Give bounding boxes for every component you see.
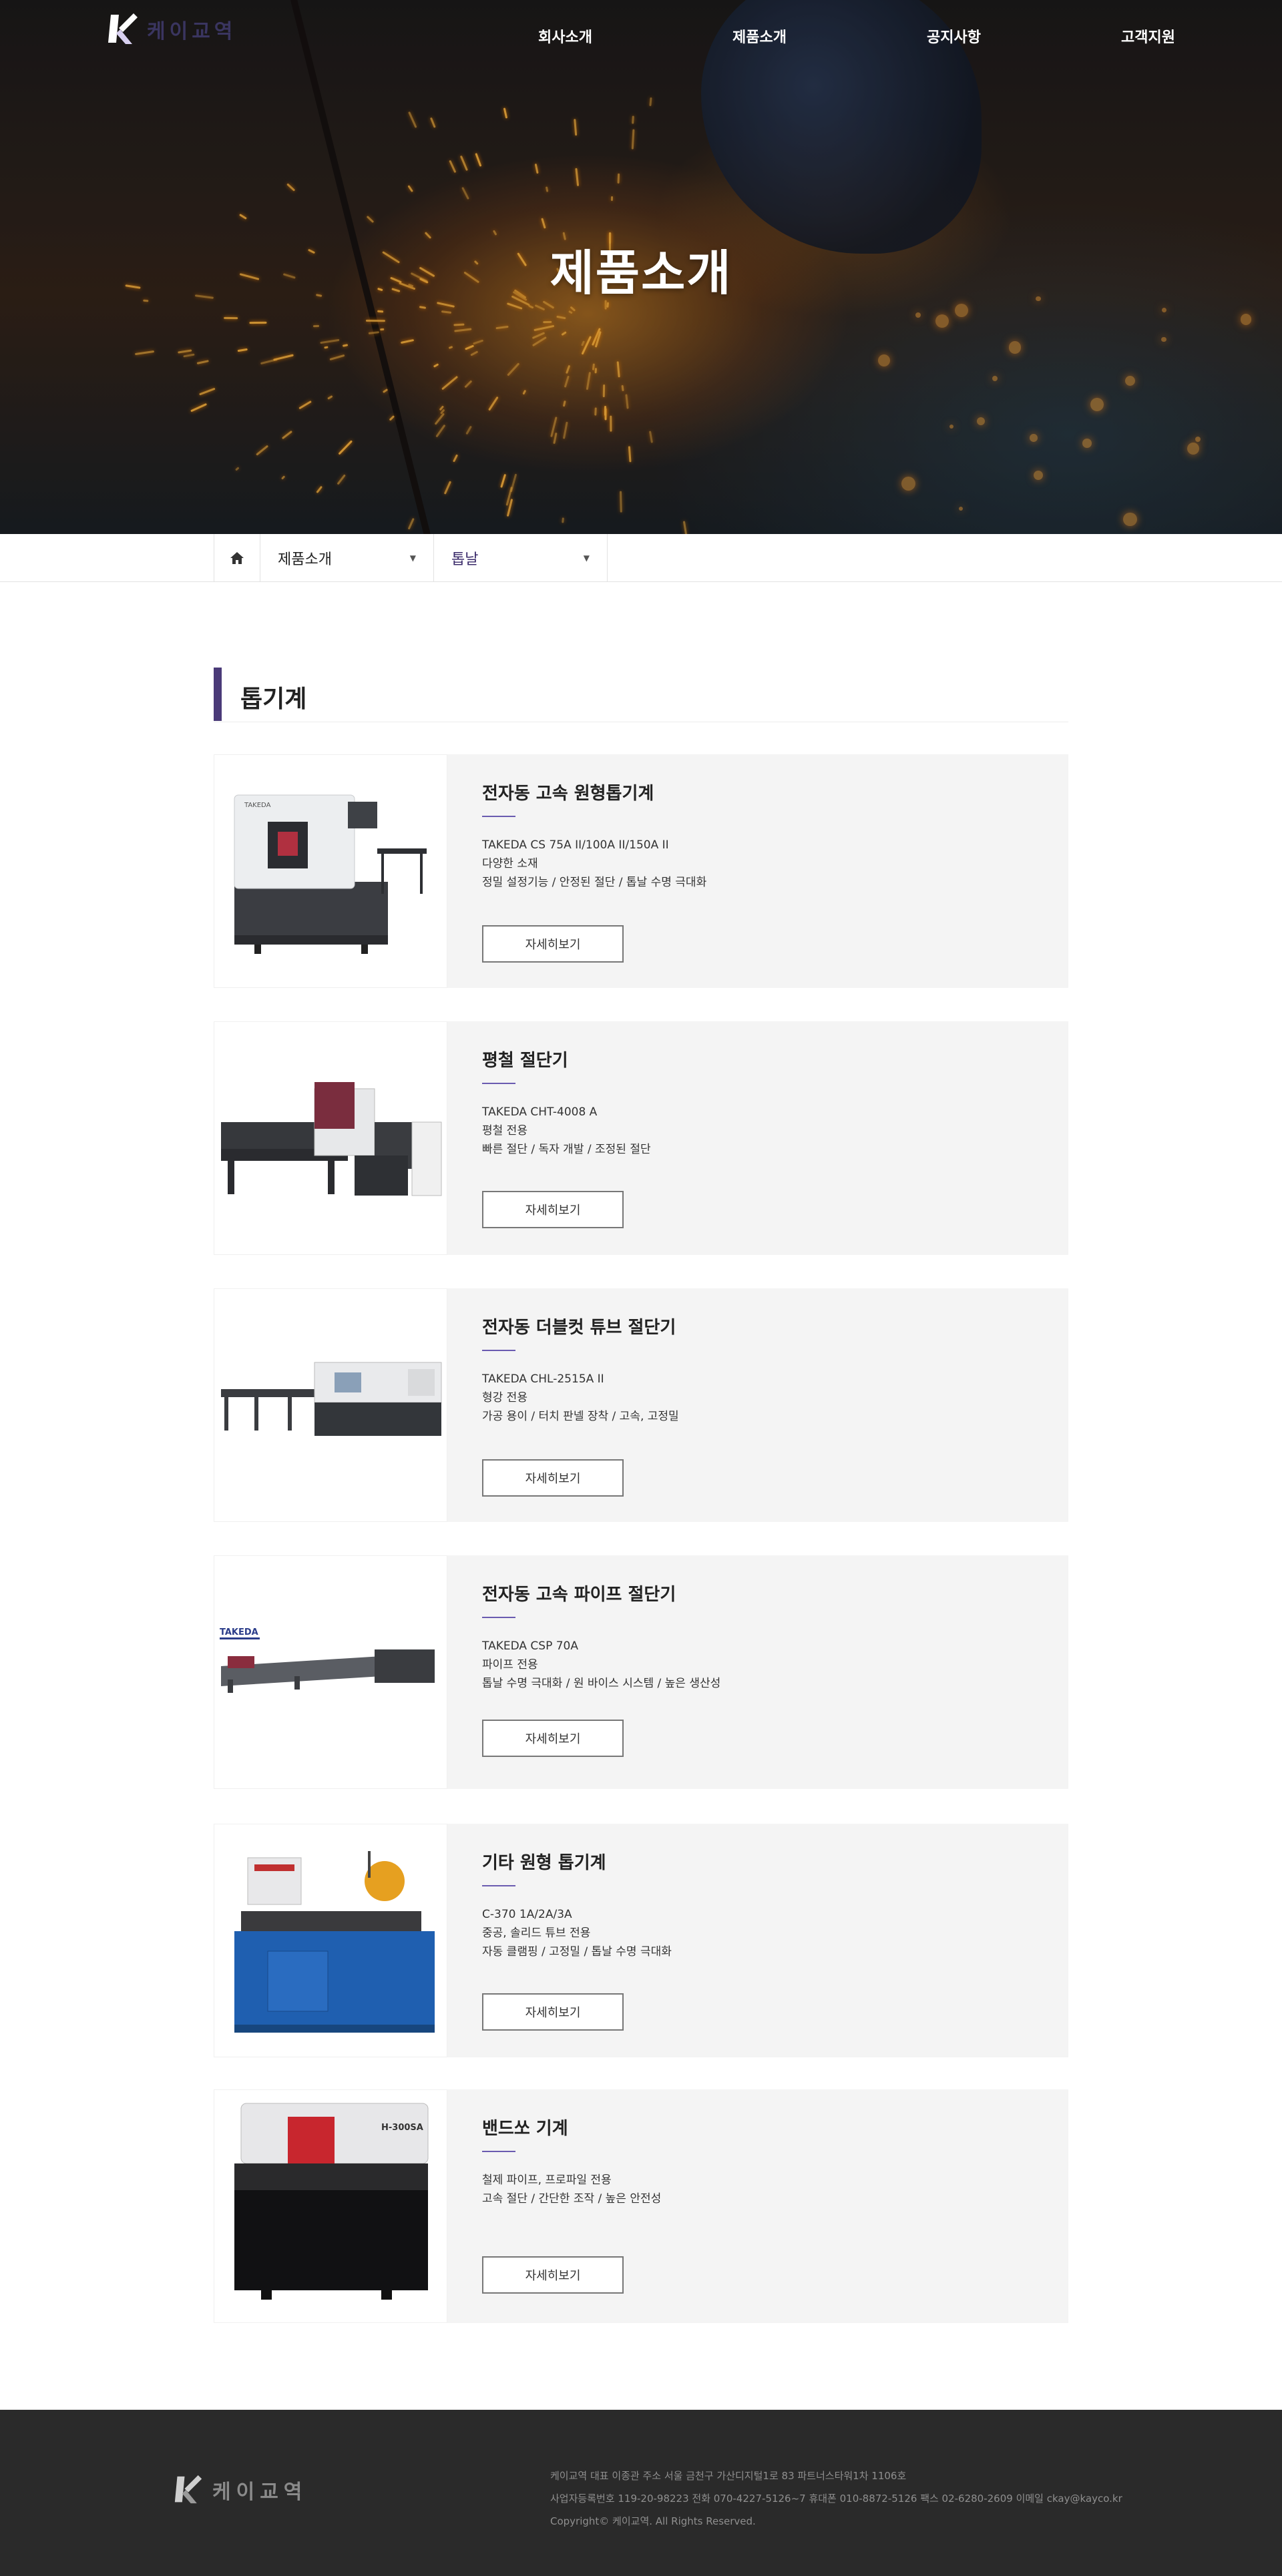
product-material: 형강 전용 [482, 1391, 527, 1404]
home-icon [230, 552, 244, 564]
product-features: 가공 용이 / 터치 판넬 장착 / 고속, 고정밀 [482, 1410, 679, 1423]
logo-text: 케이교역 [147, 20, 237, 43]
footer-contact: 사업자등록번호 119-20-98223 전화 070-4227-5126~7 … [550, 2493, 1122, 2505]
site-logo[interactable]: 케이교역 [107, 12, 236, 47]
chevron-down-icon: ▼ [409, 553, 416, 563]
machine-model-label: H-300SA [381, 2123, 423, 2133]
hero-banner: 케이교역 회사소개 제품소개 공지사항 고객지원 제품소개 [0, 0, 1282, 534]
detail-button[interactable]: 자세히보기 [482, 2256, 624, 2294]
section-title: 톱기계 [240, 686, 307, 713]
footer-logo-text: 케이교역 [212, 2481, 308, 2504]
product-features: 고속 절단 / 간단한 조작 / 높은 안전성 [482, 2192, 662, 2206]
site-footer: 케이교역 케이교역 대표 이종관 주소 서울 금천구 가산디지털1로 83 파트… [0, 2410, 1282, 2576]
nav-item-products[interactable]: 제품소개 [732, 25, 787, 47]
section-accent-bar [214, 668, 222, 721]
product-card: 전자동 더블컷 튜브 절단기 TAKEDA CHL-2515A II 형강 전용… [214, 1288, 1068, 1522]
product-info: 전자동 고속 파이프 절단기 TAKEDA CSP 70A 파이프 전용 톱날 … [447, 1555, 1068, 1789]
product-info: 전자동 더블컷 튜브 절단기 TAKEDA CHL-2515A II 형강 전용… [447, 1288, 1068, 1522]
nav-item-support[interactable]: 고객지원 [1121, 25, 1175, 47]
footer-logo: 케이교역 [174, 2474, 307, 2506]
product-title: 전자동 더블컷 튜브 절단기 [482, 1318, 676, 1338]
home-button[interactable] [214, 534, 260, 582]
title-underline [482, 1617, 515, 1618]
product-card: TAKEDA 전자동 고속 원형톱기계 TAKEDA CS 75A II/100… [214, 754, 1068, 988]
product-card: H-300SA 밴드쏘 기계 철제 파이프, 프로파일 전용 고속 절단 / 간… [214, 2089, 1068, 2323]
title-underline [482, 1083, 515, 1084]
product-title: 전자동 고속 파이프 절단기 [482, 1585, 676, 1605]
product-description: C-370 1A/2A/3A 중공, 솔리드 튜브 전용 자동 클램핑 / 고정… [482, 1905, 672, 1961]
page: 케이교역 회사소개 제품소개 공지사항 고객지원 제품소개 제품소개 ▼ 톱날 … [0, 0, 1282, 2576]
category-dropdown-label: 제품소개 [278, 551, 332, 568]
detail-button[interactable]: 자세히보기 [482, 1459, 624, 1497]
product-model: TAKEDA CHT-4008 A [482, 1105, 598, 1119]
logo-k-icon [174, 2475, 202, 2504]
product-features: 정밀 설정기능 / 안정된 절단 / 톱날 수명 극대화 [482, 876, 707, 889]
product-model: C-370 1A/2A/3A [482, 1908, 572, 1921]
product-material: 철제 파이프, 프로파일 전용 [482, 2173, 612, 2187]
product-info: 전자동 고속 원형톱기계 TAKEDA CS 75A II/100A II/15… [447, 754, 1068, 988]
machine-brand-label: TAKEDA [220, 1627, 258, 1637]
product-features: 자동 클램핑 / 고정밀 / 톱날 수명 극대화 [482, 1945, 672, 1959]
footer-address: 케이교역 대표 이종관 주소 서울 금천구 가산디지털1로 83 파트너스타워1… [550, 2470, 907, 2482]
machine-brand-label: TAKEDA [244, 802, 271, 809]
product-image[interactable]: H-300SA [214, 2089, 447, 2323]
product-image[interactable]: TAKEDA [214, 1555, 447, 1789]
nav-item-company[interactable]: 회사소개 [538, 25, 592, 47]
product-material: 파이프 전용 [482, 1658, 538, 1671]
product-image[interactable] [214, 1021, 447, 1255]
detail-button[interactable]: 자세히보기 [482, 1191, 624, 1228]
chevron-down-icon: ▼ [583, 553, 590, 563]
title-underline [482, 2151, 515, 2152]
product-material: 평철 전용 [482, 1124, 527, 1137]
product-description: TAKEDA CSP 70A 파이프 전용 톱날 수명 극대화 / 원 바이스 … [482, 1637, 720, 1693]
sub-navigation: 제품소개 ▼ 톱날 ▼ [0, 534, 1282, 582]
subcategory-dropdown[interactable]: 톱날 ▼ [434, 534, 608, 582]
footer-copyright: Copyright© 케이교역. All Rights Reserved. [550, 2515, 756, 2527]
product-description: TAKEDA CS 75A II/100A II/150A II 다양한 소재 … [482, 836, 706, 892]
product-features: 빠른 절단 / 독자 개발 / 조정된 절단 [482, 1143, 651, 1156]
product-image[interactable] [214, 1824, 447, 2057]
product-features: 톱날 수명 극대화 / 원 바이스 시스템 / 높은 생산성 [482, 1677, 721, 1690]
product-title: 기타 원형 톱기계 [482, 1853, 606, 1873]
product-info: 밴드쏘 기계 철제 파이프, 프로파일 전용 고속 절단 / 간단한 조작 / … [447, 2089, 1068, 2323]
title-underline [482, 1350, 515, 1351]
product-image[interactable] [214, 1288, 447, 1522]
product-material: 중공, 솔리드 튜브 전용 [482, 1926, 591, 1940]
product-model: TAKEDA CS 75A II/100A II/150A II [482, 838, 669, 852]
section-header: 톱기계 [214, 668, 1068, 722]
product-info: 평철 절단기 TAKEDA CHT-4008 A 평철 전용 빠른 절단 / 독… [447, 1021, 1068, 1255]
product-info: 기타 원형 톱기계 C-370 1A/2A/3A 중공, 솔리드 튜브 전용 자… [447, 1824, 1068, 2057]
detail-button[interactable]: 자세히보기 [482, 925, 624, 963]
page-title: 제품소개 [550, 245, 732, 301]
nav-item-notice[interactable]: 공지사항 [927, 25, 981, 47]
product-title: 전자동 고속 원형톱기계 [482, 784, 654, 804]
product-description: 철제 파이프, 프로파일 전용 고속 절단 / 간단한 조작 / 높은 안전성 [482, 2171, 661, 2208]
product-card: 평철 절단기 TAKEDA CHT-4008 A 평철 전용 빠른 절단 / 독… [214, 1021, 1068, 1255]
product-card: 기타 원형 톱기계 C-370 1A/2A/3A 중공, 솔리드 튜브 전용 자… [214, 1824, 1068, 2057]
footer-company-info: 케이교역 대표 이종관 주소 서울 금천구 가산디지털1로 83 파트너스타워1… [550, 2465, 1122, 2533]
subcategory-dropdown-label: 톱날 [451, 551, 479, 568]
product-description: TAKEDA CHL-2515A II 형강 전용 가공 용이 / 터치 판넬 … [482, 1370, 679, 1426]
category-dropdown[interactable]: 제품소개 ▼ [260, 534, 434, 582]
logo-k-icon [107, 12, 139, 47]
title-underline [482, 816, 515, 817]
product-title: 평철 절단기 [482, 1051, 568, 1071]
product-material: 다양한 소재 [482, 857, 538, 870]
product-title: 밴드쏘 기계 [482, 2119, 568, 2139]
detail-button[interactable]: 자세히보기 [482, 1993, 624, 2031]
product-model: TAKEDA CSP 70A [482, 1639, 578, 1653]
product-model: TAKEDA CHL-2515A II [482, 1372, 604, 1386]
site-header: 케이교역 회사소개 제품소개 공지사항 고객지원 [0, 0, 1282, 67]
title-underline [482, 1885, 515, 1886]
product-description: TAKEDA CHT-4008 A 평철 전용 빠른 절단 / 독자 개발 / … [482, 1103, 651, 1159]
detail-button[interactable]: 자세히보기 [482, 1720, 624, 1757]
product-card: TAKEDA 전자동 고속 파이프 절단기 TAKEDA CSP 70A 파이프… [214, 1555, 1068, 1789]
product-image[interactable]: TAKEDA [214, 754, 447, 988]
